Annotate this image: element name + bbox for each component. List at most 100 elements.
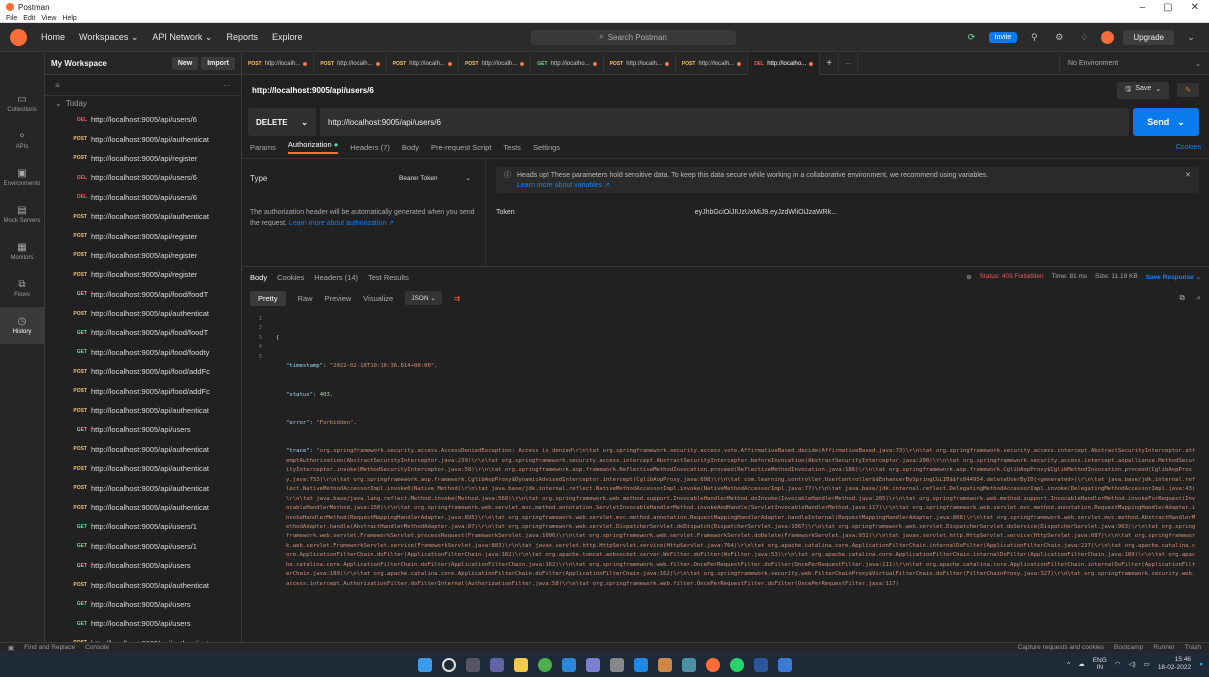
cookies-link[interactable]: Cookies bbox=[1176, 144, 1201, 151]
request-title[interactable]: http://localhost:9005/api/users/6 bbox=[252, 86, 374, 95]
close-button[interactable]: ✕ bbox=[1191, 2, 1199, 13]
history-item[interactable]: POSThttp://localhost:9005/api/authentica… bbox=[45, 401, 241, 420]
history-item[interactable]: GET http://localhost:9005/api/food/foodT bbox=[45, 285, 241, 304]
request-tab[interactable]: POST http://localh... bbox=[459, 52, 532, 75]
word-icon[interactable] bbox=[753, 657, 768, 672]
search-icon[interactable] bbox=[441, 657, 456, 672]
history-item[interactable]: DEL http://localhost:9005/api/users/6 bbox=[45, 188, 241, 207]
tab-tests[interactable]: Tests bbox=[503, 143, 521, 152]
tab-test-results[interactable]: Test Results bbox=[368, 273, 409, 282]
app-icon-5[interactable] bbox=[681, 657, 696, 672]
notification-icon[interactable]: ♢ bbox=[1076, 29, 1092, 45]
find-replace-button[interactable]: Find and Replace bbox=[24, 644, 75, 651]
view-raw[interactable]: Raw bbox=[298, 294, 313, 303]
history-item[interactable]: POSThttp://localhost:9005/api/authentica… bbox=[45, 459, 241, 478]
wifi-icon[interactable]: ◠ bbox=[1115, 660, 1121, 668]
rail-item-flows[interactable]: ⧉ Flows bbox=[0, 270, 44, 307]
request-tab[interactable]: DEL http://localho... bbox=[748, 52, 821, 75]
workspace-name[interactable]: My Workspace bbox=[51, 59, 107, 68]
history-item[interactable]: POST http://localhost:9005/api/register bbox=[45, 246, 241, 265]
auth-type-select[interactable]: Bearer Token ⌄ bbox=[367, 169, 477, 187]
send-button[interactable]: Send ⌄ bbox=[1133, 108, 1199, 136]
request-tab[interactable]: POST http://localh... bbox=[676, 52, 749, 75]
console-button[interactable]: Console bbox=[85, 644, 109, 651]
history-item[interactable]: DEL http://localhost:9005/api/users/6 bbox=[45, 110, 241, 129]
history-item[interactable]: POST http://localhost:9005/api/food/addFc bbox=[45, 362, 241, 381]
copy-icon[interactable]: ⧉ bbox=[1179, 293, 1184, 303]
wrap-icon[interactable]: ⇉ bbox=[454, 294, 460, 303]
sync-icon[interactable]: ⟳ bbox=[964, 29, 980, 45]
nav-api-network[interactable]: API Network ⌄ bbox=[152, 32, 212, 43]
capture-requests-button[interactable]: Capture requests and cookies bbox=[1018, 644, 1104, 651]
tab-pre-request-script[interactable]: Pre-request Script bbox=[431, 143, 491, 152]
request-tab[interactable]: POST http://localh... bbox=[604, 52, 676, 75]
history-item[interactable]: GET http://localhost:9005/api/users/1 bbox=[45, 537, 241, 556]
environment-select[interactable]: No Environment ⌄ bbox=[1059, 52, 1209, 75]
nav-explore[interactable]: Explore bbox=[272, 32, 303, 42]
minimize-button[interactable]: – bbox=[1140, 2, 1146, 13]
tab-settings[interactable]: Settings bbox=[533, 143, 560, 152]
tab-response-body[interactable]: Body bbox=[250, 273, 267, 282]
history-item[interactable]: GET http://localhost:9005/api/users bbox=[45, 614, 241, 633]
search-icon[interactable]: ⌕ bbox=[1197, 293, 1201, 303]
bootcamp-button[interactable]: Bootcamp bbox=[1114, 644, 1143, 651]
chat-icon[interactable] bbox=[489, 657, 504, 672]
rail-item-apis[interactable]: ⚬ APIs bbox=[0, 122, 44, 159]
method-select[interactable]: DELETE ⌄ bbox=[248, 108, 316, 136]
invite-button[interactable]: Invite bbox=[988, 31, 1018, 43]
history-item[interactable]: POSThttp://localhost:9005/api/authentica… bbox=[45, 304, 241, 323]
history-item[interactable]: POSThttp://localhost:9005/api/authentica… bbox=[45, 575, 241, 594]
avatar[interactable] bbox=[1101, 30, 1115, 44]
history-item[interactable]: GET http://localhost:9005/api/users bbox=[45, 420, 241, 439]
chevron-down-icon[interactable]: ⌄ bbox=[1183, 29, 1199, 45]
history-item[interactable]: POST http://localhost:9005/api/register bbox=[45, 265, 241, 284]
task-view-icon[interactable] bbox=[465, 657, 480, 672]
request-tab[interactable]: POST http://localh... bbox=[314, 52, 387, 75]
request-tab[interactable]: GET http://localho... bbox=[531, 52, 604, 75]
history-item[interactable]: POSThttp://localhost:9005/api/authentica… bbox=[45, 207, 241, 226]
rail-item-collections[interactable]: ▭ Collections bbox=[0, 85, 44, 122]
history-group-today[interactable]: ⌄ Today bbox=[45, 96, 241, 110]
satellite-icon[interactable]: ⚲ bbox=[1026, 29, 1042, 45]
auth-learn-more-link[interactable]: Learn more about authorization ↗ bbox=[289, 220, 394, 227]
variables-learn-more-link[interactable]: Learn more about variables ↗ bbox=[517, 181, 1179, 191]
windows-start-icon[interactable] bbox=[417, 657, 432, 672]
rail-item-history[interactable]: ◷ History bbox=[0, 307, 44, 344]
history-item[interactable]: POSThttp://localhost:9005/api/authentica… bbox=[45, 478, 241, 497]
vscode-icon[interactable] bbox=[633, 657, 648, 672]
history-item[interactable]: POSThttp://localhost:9005/api/authentica… bbox=[45, 129, 241, 148]
nav-workspaces[interactable]: Workspaces ⌄ bbox=[79, 32, 138, 43]
history-item[interactable]: GET http://localhost:9005/api/food/foodT bbox=[45, 323, 241, 342]
new-tab-button[interactable]: + bbox=[820, 52, 840, 75]
menu-help[interactable]: Help bbox=[62, 15, 76, 22]
postman-taskbar-icon[interactable] bbox=[705, 657, 720, 672]
app-icon-3[interactable] bbox=[609, 657, 624, 672]
view-preview[interactable]: Preview bbox=[325, 294, 352, 303]
view-visualize[interactable]: Visualize bbox=[363, 294, 393, 303]
rail-item-mock-servers[interactable]: ▤ Mock Servers bbox=[0, 196, 44, 233]
save-response-button[interactable]: Save Response ⌄ bbox=[1146, 273, 1201, 281]
app-icon-6[interactable] bbox=[777, 657, 792, 672]
upgrade-button[interactable]: Upgrade bbox=[1123, 29, 1174, 45]
sidebar-toggle-icon[interactable]: ▣ bbox=[8, 644, 14, 652]
menu-edit[interactable]: Edit bbox=[23, 15, 35, 22]
url-input[interactable]: http://localhost:9005/api/users/6 bbox=[320, 108, 1129, 136]
rail-item-monitors[interactable]: ▦ Monitors bbox=[0, 233, 44, 270]
history-item[interactable]: GET http://localhost:9005/api/food/foodty bbox=[45, 343, 241, 362]
app-icon[interactable] bbox=[561, 657, 576, 672]
import-button[interactable]: Import bbox=[201, 57, 235, 70]
history-item[interactable]: POSThttp://localhost:9005/api/authentica… bbox=[45, 634, 241, 642]
volume-icon[interactable]: ◁) bbox=[1128, 660, 1135, 668]
tab-response-headers[interactable]: Headers (14) bbox=[314, 273, 358, 282]
request-tab[interactable]: POST http://localh... bbox=[242, 52, 315, 75]
clock[interactable]: 15:46 18-02-2022 bbox=[1158, 656, 1191, 672]
filter-icon[interactable]: ≡ bbox=[55, 81, 60, 90]
more-tabs-icon[interactable]: ··· bbox=[839, 52, 859, 75]
app-icon-4[interactable] bbox=[657, 657, 672, 672]
whatsapp-icon[interactable] bbox=[729, 657, 744, 672]
search-input[interactable]: ⌕ Search Postman bbox=[530, 29, 736, 45]
runner-button[interactable]: Runner bbox=[1153, 644, 1174, 651]
edit-icon[interactable]: ✎ bbox=[1177, 83, 1199, 97]
notification-center-icon[interactable]: ● bbox=[1199, 661, 1203, 668]
rail-item-environments[interactable]: ▣ Environments bbox=[0, 159, 44, 196]
